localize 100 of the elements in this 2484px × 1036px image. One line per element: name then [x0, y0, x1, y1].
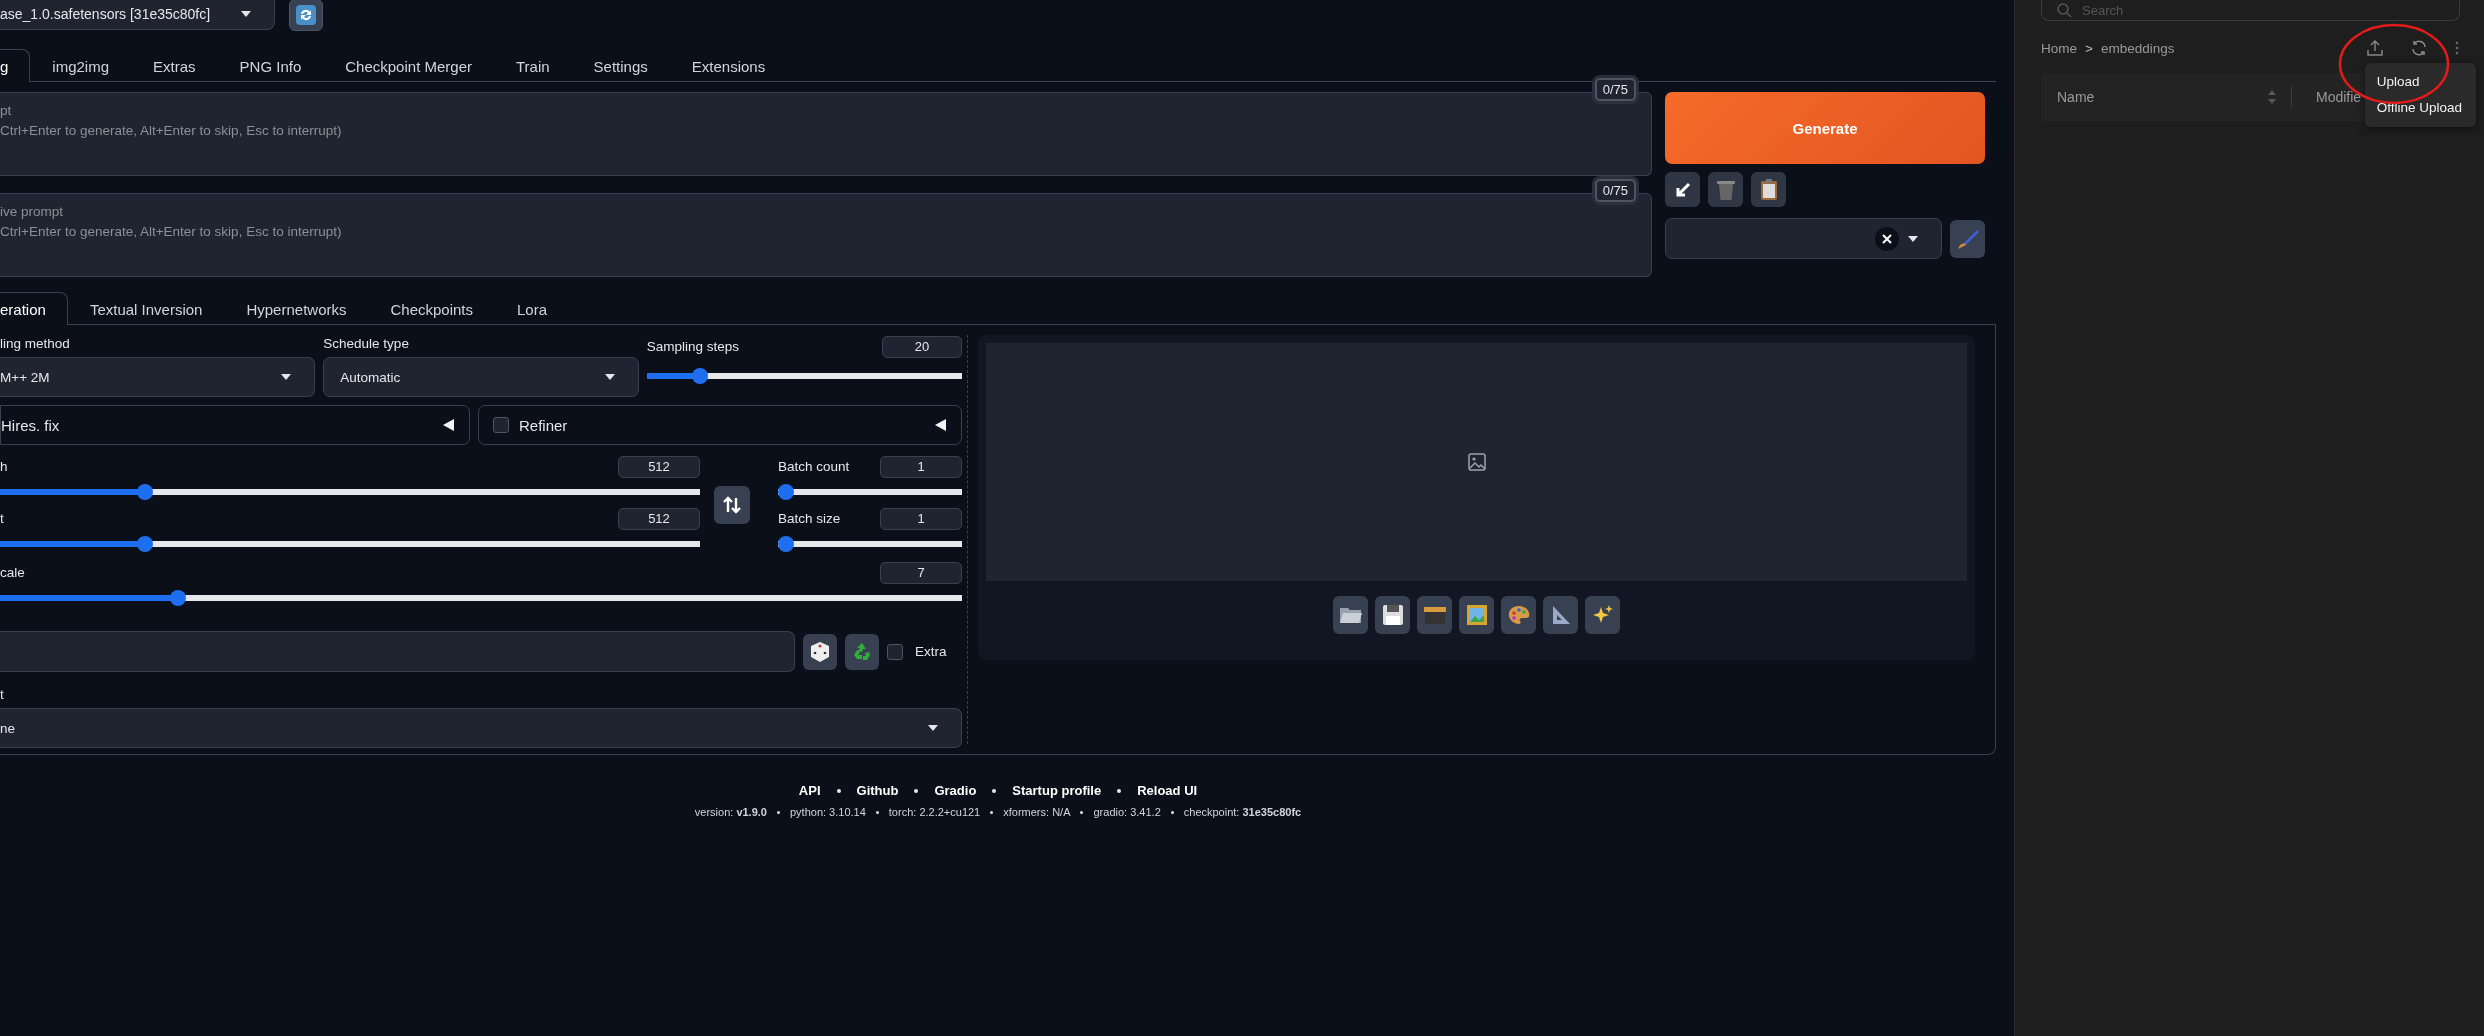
refiner-accordion[interactable]: Refiner: [478, 405, 962, 445]
number-field[interactable]: 1: [880, 456, 962, 478]
field-label: Schedule type: [323, 335, 410, 353]
field-label: ling method: [0, 335, 71, 353]
send-to-img2img-button[interactable]: [1459, 596, 1494, 634]
open-folder-button[interactable]: [1333, 596, 1368, 634]
sampling-method-dropdown[interactable]: M++ 2M: [0, 357, 316, 397]
version-info: xformers: N/A: [1003, 806, 1071, 818]
separator-dot: [1080, 810, 1084, 814]
clipboard-button[interactable]: [1751, 172, 1786, 207]
dice-icon: [809, 640, 831, 663]
box-icon: [1422, 605, 1447, 625]
version-info: checkpoint: 31e35c80fc: [1183, 806, 1302, 818]
collapse-triangle-icon: [933, 418, 947, 432]
footer-link[interactable]: API: [798, 783, 821, 798]
token-counter: 0/75: [1594, 179, 1636, 202]
search-icon: [2056, 2, 2072, 18]
slider-handle[interactable]: [136, 536, 153, 552]
tab[interactable]: Lora: [495, 292, 570, 325]
caret-icon: [280, 373, 293, 381]
trash-button[interactable]: [1708, 172, 1743, 207]
brush-icon: [1955, 227, 1980, 251]
clipboard-icon: [1759, 178, 1778, 201]
separator-dot: [914, 788, 919, 793]
paste-arrow-button[interactable]: [1665, 172, 1700, 207]
separator-dot: [1170, 810, 1174, 814]
tab[interactable]: Extras: [131, 49, 218, 82]
hires-fix-accordion[interactable]: Hires. fix: [0, 405, 470, 445]
send-to-inpaint-button[interactable]: [1501, 596, 1536, 634]
collapse-triangle-icon: [441, 418, 455, 432]
footer-link[interactable]: Startup profile: [1012, 783, 1102, 798]
seed-field[interactable]: [0, 631, 795, 672]
tab[interactable]: Checkpoint Merger: [323, 49, 494, 82]
number-field[interactable]: 512: [618, 456, 700, 478]
edit-styles-button[interactable]: [1950, 220, 1985, 258]
separator-dot: [992, 788, 997, 793]
caret-icon: [1907, 234, 1920, 243]
footer-link[interactable]: Reload UI: [1137, 783, 1198, 798]
version-info: version: v1.9.0: [694, 806, 767, 818]
tab[interactable]: PNG Info: [217, 49, 324, 82]
tab[interactable]: Settings: [571, 49, 670, 82]
slider-handle[interactable]: [136, 484, 153, 500]
number-field[interactable]: 512: [618, 508, 700, 530]
footer-link[interactable]: Gradio: [934, 783, 977, 798]
sparkles-button[interactable]: [1585, 596, 1620, 634]
field-label: h: [0, 458, 8, 476]
refresh-icon[interactable]: [2410, 39, 2428, 57]
tab[interactable]: Hypernetworks: [224, 292, 369, 325]
reuse-seed-button[interactable]: [845, 633, 879, 670]
script-dropdown[interactable]: ne: [0, 708, 962, 748]
save-button[interactable]: [1375, 596, 1410, 634]
tab[interactable]: Textual Inversion: [67, 292, 225, 325]
caret-icon: [927, 724, 939, 732]
column-header[interactable]: Modifie: [2316, 89, 2362, 105]
column-header[interactable]: Name: [2057, 89, 2257, 105]
more-options-icon[interactable]: [2454, 40, 2460, 56]
separator-dot: [836, 788, 841, 793]
menu-item[interactable]: Upload: [2364, 69, 2476, 95]
refresh-button[interactable]: [289, 0, 323, 31]
version-info: torch: 2.2.2+cu121: [888, 806, 981, 818]
version-info: python: 3.10.14: [789, 806, 866, 818]
refresh-icon: [295, 4, 317, 26]
accordion-title: Refiner: [519, 416, 569, 434]
slider-handle[interactable]: [778, 484, 794, 500]
number-field[interactable]: 20: [882, 336, 962, 358]
archive-button[interactable]: [1417, 596, 1452, 634]
swap-arrows-icon: [722, 495, 742, 515]
checkbox[interactable]: [887, 643, 903, 660]
number-field[interactable]: 1: [880, 508, 962, 530]
upload-icon[interactable]: [2366, 39, 2384, 57]
checkbox[interactable]: [493, 417, 509, 433]
slider-handle[interactable]: [691, 368, 708, 384]
breadcrumb-separator: >: [2085, 40, 2093, 56]
random-seed-button[interactable]: [803, 633, 837, 670]
schedule-type-dropdown[interactable]: Automatic: [323, 357, 639, 397]
tab[interactable]: g: [0, 49, 31, 82]
token-counter: 0/75: [1594, 78, 1636, 101]
footer-link[interactable]: Github: [856, 783, 899, 798]
tab[interactable]: Train: [494, 49, 572, 82]
caret-icon: [240, 9, 252, 18]
image-icon: [1466, 452, 1487, 472]
clear-icon: [1875, 226, 1900, 251]
tab[interactable]: Checkpoints: [368, 292, 496, 325]
swap-dimensions-button[interactable]: [714, 486, 750, 524]
tab[interactable]: img2img: [30, 49, 132, 82]
breadcrumb-current: embeddings: [2100, 40, 2175, 56]
tab[interactable]: Extensions: [669, 49, 788, 82]
model-dropdown[interactable]: ase_1.0.safetensors [31e35c80fc]: [0, 0, 275, 30]
separator-dot: [776, 810, 780, 814]
field-label: Sampling steps: [646, 338, 739, 356]
breadcrumb-link[interactable]: Home: [2041, 40, 2077, 56]
separator-dot: [990, 810, 994, 814]
framed-picture-icon: [1465, 604, 1488, 626]
menu-item[interactable]: Offline Upload: [2364, 95, 2476, 121]
number-field[interactable]: 7: [880, 562, 962, 584]
trash-icon: [1715, 178, 1736, 201]
tab[interactable]: eration: [0, 292, 68, 325]
send-to-extras-button[interactable]: [1543, 596, 1578, 634]
slider-handle[interactable]: [778, 536, 794, 552]
slider-handle[interactable]: [170, 590, 187, 606]
